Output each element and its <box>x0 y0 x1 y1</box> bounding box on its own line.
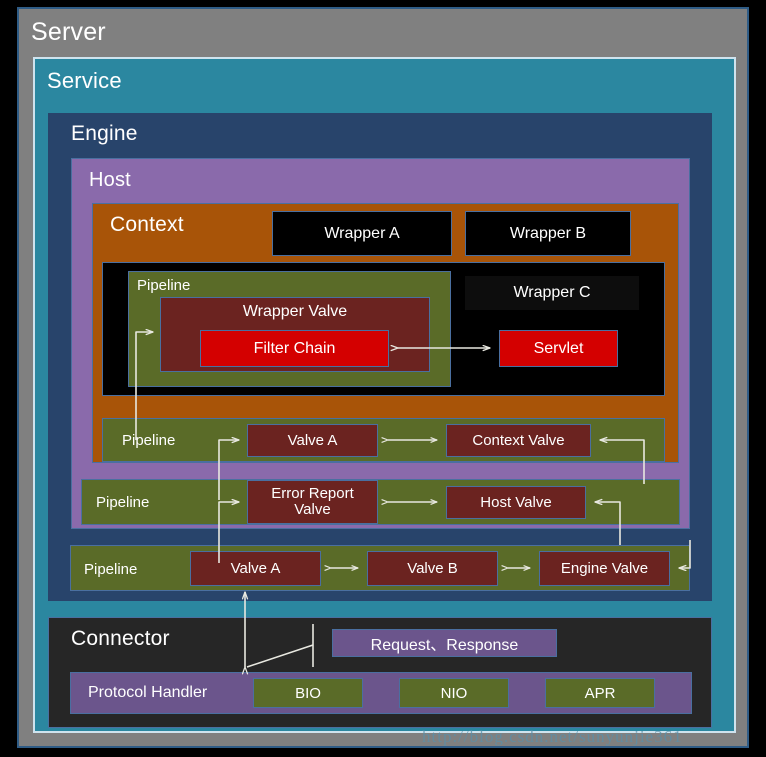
servlet-label: Servlet <box>533 339 584 357</box>
engine-valve-a-label: Valve A <box>230 559 281 577</box>
context-label: Context <box>110 213 184 236</box>
engine-valve-b-box: Valve B <box>367 551 498 586</box>
host-pipeline-box <box>81 479 680 525</box>
wrapper-a-box: Wrapper A <box>272 211 452 256</box>
context-valve-a-box: Valve A <box>247 424 378 457</box>
protocol-handler-label: Protocol Handler <box>88 684 208 701</box>
watermark: http://blog.csdn.net/sunyunjie361 <box>422 727 683 746</box>
protocol-apr-box: APR <box>545 678 655 708</box>
filter-chain-box: Filter Chain <box>200 330 389 367</box>
wrapper-valve-label: Wrapper Valve <box>242 303 348 320</box>
protocol-nio-box: NIO <box>399 678 509 708</box>
protocol-nio-label: NIO <box>440 684 468 702</box>
engine-valve-label: Engine Valve <box>560 559 649 577</box>
host-valve-label: Host Valve <box>480 493 552 511</box>
servlet-box: Servlet <box>499 330 618 367</box>
wrapper-b-label: Wrapper B <box>509 224 587 242</box>
engine-label: Engine <box>71 122 138 145</box>
wrapper-c-label: Wrapper C <box>513 284 591 301</box>
host-valve-box: Host Valve <box>446 486 586 519</box>
server-label: Server <box>31 18 106 46</box>
service-label: Service <box>47 68 122 93</box>
context-pipeline-label: Pipeline <box>122 432 176 449</box>
tomcat-architecture-diagram: Server Service Engine Host Context Wrapp… <box>0 0 766 757</box>
wrapper-pipeline-label: Pipeline <box>137 277 191 294</box>
context-valve-label: Context Valve <box>472 431 565 449</box>
engine-pipeline-label: Pipeline <box>84 561 138 578</box>
context-valve-box: Context Valve <box>446 424 591 457</box>
host-label: Host <box>89 169 131 191</box>
connector-label: Connector <box>71 627 170 650</box>
wrapper-c-box: Wrapper C <box>465 276 639 310</box>
context-valve-a-label: Valve A <box>287 431 338 449</box>
filter-chain-label: Filter Chain <box>253 339 336 357</box>
protocol-apr-label: APR <box>584 684 616 702</box>
wrapper-a-label: Wrapper A <box>324 224 400 242</box>
request-response-box: Request、Response <box>332 629 557 657</box>
host-pipeline-label: Pipeline <box>96 494 150 511</box>
error-report-valve-box: Error Report Valve <box>247 480 378 524</box>
engine-valve-a-box: Valve A <box>190 551 321 586</box>
protocol-bio-label: BIO <box>295 684 321 702</box>
engine-valve-b-label: Valve B <box>407 559 458 577</box>
protocol-bio-box: BIO <box>253 678 363 708</box>
request-response-label: Request、Response <box>370 637 519 654</box>
engine-valve-box: Engine Valve <box>539 551 670 586</box>
error-report-valve-label: Error Report Valve <box>271 485 354 518</box>
wrapper-b-box: Wrapper B <box>465 211 631 256</box>
